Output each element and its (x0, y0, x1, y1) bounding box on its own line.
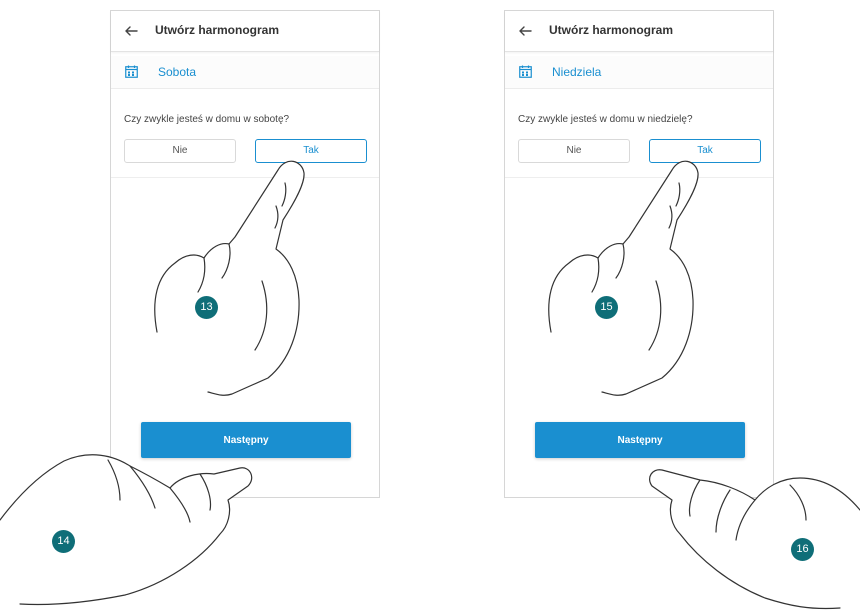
next-button[interactable]: Następny (535, 422, 745, 458)
divider (505, 177, 773, 178)
back-arrow-icon[interactable] (124, 24, 138, 38)
no-button[interactable]: Nie (124, 139, 236, 163)
day-label: Niedziela (552, 65, 602, 79)
question-text: Czy zwykle jesteś w domu w niedzielę? (518, 114, 693, 125)
app-bar: Utwórz harmonogram (111, 11, 379, 52)
phone-screen-sunday: Utwórz harmonogram Niedziela Czy zwykle … (504, 10, 774, 498)
day-row: Niedziela (505, 56, 773, 89)
day-row: Sobota (111, 56, 379, 89)
app-bar: Utwórz harmonogram (505, 11, 773, 52)
next-button[interactable]: Następny (141, 422, 351, 458)
no-button[interactable]: Nie (518, 139, 630, 163)
calendar-icon (125, 65, 138, 78)
divider (111, 177, 379, 178)
step-badge-15: 15 (595, 296, 618, 319)
day-label: Sobota (158, 65, 197, 79)
yes-button[interactable]: Tak (649, 139, 761, 163)
page-title: Utwórz harmonogram (549, 23, 674, 37)
phone-screen-saturday: Utwórz harmonogram Sobota Czy zwykle jes… (110, 10, 380, 498)
yes-button[interactable]: Tak (255, 139, 367, 163)
page-title: Utwórz harmonogram (155, 23, 280, 37)
question-text: Czy zwykle jesteś w domu w sobotę? (124, 114, 290, 125)
step-badge-16: 16 (791, 538, 814, 561)
back-arrow-icon[interactable] (518, 24, 532, 38)
calendar-icon (519, 65, 532, 78)
step-badge-13: 13 (195, 296, 218, 319)
step-badge-14: 14 (52, 530, 75, 553)
